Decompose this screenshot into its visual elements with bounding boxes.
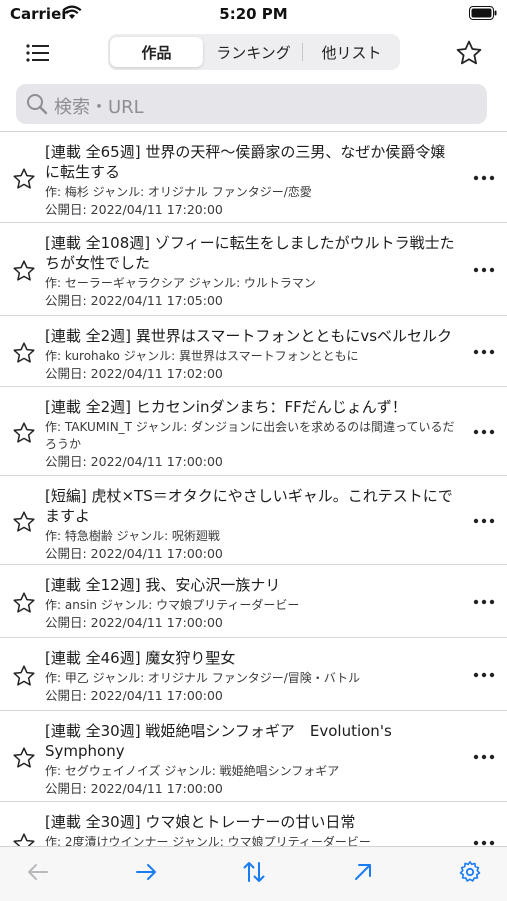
more-options-icon[interactable] xyxy=(473,175,495,181)
item-meta: 作: セーラーギャラクシア ジャンル: ウルトラマン xyxy=(45,276,316,290)
item-text: [連載 全30週] 戦姫絶唱シンフォギア Evolution's Symphon… xyxy=(45,721,459,798)
item-meta: 作: TAKUMIN_T ジャンル: ダンジョンに出会いを求めるのは間違っている… xyxy=(45,420,455,451)
gear-icon[interactable] xyxy=(458,860,482,884)
list-item[interactable]: [連載 全30週] ウマ娘とトレーナーの甘い日常作: 2度漬けウインナー ジャン… xyxy=(0,802,507,846)
item-date: 公開日: 2022/04/11 17:00:00 xyxy=(45,781,223,796)
item-title: [連載 全2週] 異世界はスマートフォンとともにvsベルセルク xyxy=(45,327,453,345)
favorite-star-icon[interactable] xyxy=(12,591,36,615)
forward-arrow-icon[interactable] xyxy=(134,860,158,884)
item-title: [連載 全30週] ウマ娘とトレーナーの甘い日常 xyxy=(45,813,356,831)
item-date: 公開日: 2022/04/11 17:00:00 xyxy=(45,454,223,469)
works-list: [連載 全65週] 世界の天秤〜侯爵家の三男、なぜか侯爵令嬢に転生する作: 梅杉… xyxy=(0,132,507,846)
item-text: [連載 全2週] ヒカセンinダンまち：FFだんじょんず！ 作: TAKUMIN_… xyxy=(45,397,459,471)
star-icon[interactable] xyxy=(455,39,483,67)
item-meta: 作: 甲乙 ジャンル: オリジナル ファンタジー/冒険・バトル xyxy=(45,671,361,685)
item-meta: 作: 2度漬けウインナー ジャンル: ウマ娘プリティーダービー xyxy=(45,835,371,846)
favorite-star-icon[interactable] xyxy=(12,259,36,283)
bottom-toolbar xyxy=(0,846,507,901)
tab-works[interactable]: 作品 xyxy=(110,37,203,67)
navigation-bar: 作品 ランキング 他リスト xyxy=(0,30,507,76)
item-meta: 作: kurohako ジャンル: 異世界はスマートフォンとともに xyxy=(45,349,359,363)
item-title: [連載 全30週] 戦姫絶唱シンフォギア Evolution's Symphon… xyxy=(45,722,392,760)
tab-other-lists[interactable]: 他リスト xyxy=(305,37,398,67)
favorite-star-icon[interactable] xyxy=(12,167,36,191)
item-text: [連載 全12週] 我、安心沢一族ナリ作: ansin ジャンル: ウマ娘プリテ… xyxy=(45,575,459,632)
list-item[interactable]: [連載 全12週] 我、安心沢一族ナリ作: ansin ジャンル: ウマ娘プリテ… xyxy=(0,565,507,638)
favorite-star-icon[interactable] xyxy=(12,510,36,534)
favorite-star-icon[interactable] xyxy=(12,832,36,846)
tab-ranking[interactable]: ランキング xyxy=(207,37,300,67)
list-item[interactable]: [連載 全46週] 魔女狩り聖女作: 甲乙 ジャンル: オリジナル ファンタジー… xyxy=(0,638,507,711)
tab-divider xyxy=(302,43,303,61)
item-date: 公開日: 2022/04/11 17:02:00 xyxy=(45,366,223,381)
back-arrow-icon[interactable] xyxy=(26,860,50,884)
list-item[interactable]: [連載 全108週] ゾフィーに転生をしましたがウルトラ戦士たちが女性でした作:… xyxy=(0,223,507,316)
item-text: [連載 全2週] 異世界はスマートフォンとともにvsベルセルク作: kuroha… xyxy=(45,326,459,383)
list-item[interactable]: [連載 全30週] 戦姫絶唱シンフォギア Evolution's Symphon… xyxy=(0,711,507,802)
status-time: 5:20 PM xyxy=(219,5,288,23)
item-date: 公開日: 2022/04/11 17:20:00 xyxy=(45,202,223,217)
list-item[interactable]: [短編] 虎杖×TS＝オタクにやさしいギャル。これテストにでますよ作: 特急樹齢… xyxy=(0,476,507,565)
item-text: [短編] 虎杖×TS＝オタクにやさしいギャル。これテストにでますよ作: 特急樹齢… xyxy=(45,486,459,563)
more-options-icon[interactable] xyxy=(473,599,495,605)
favorite-star-icon[interactable] xyxy=(12,341,36,365)
list-item[interactable]: [連載 全65週] 世界の天秤〜侯爵家の三男、なぜか侯爵令嬢に転生する作: 梅杉… xyxy=(0,132,507,223)
item-text: [連載 全46週] 魔女狩り聖女作: 甲乙 ジャンル: オリジナル ファンタジー… xyxy=(45,648,459,705)
item-title: [連載 全46週] 魔女狩り聖女 xyxy=(45,649,236,667)
item-meta: 作: ansin ジャンル: ウマ娘プリティーダービー xyxy=(45,598,300,612)
item-date: 公開日: 2022/04/11 17:05:00 xyxy=(45,293,223,308)
segmented-tabs: 作品 ランキング 他リスト xyxy=(108,34,400,70)
more-options-icon[interactable] xyxy=(473,672,495,678)
item-title: [短編] 虎杖×TS＝オタクにやさしいギャル。これテストにでますよ xyxy=(45,487,453,525)
search-input[interactable]: 検索・URL xyxy=(16,84,487,124)
item-text: [連載 全108週] ゾフィーに転生をしましたがウルトラ戦士たちが女性でした作:… xyxy=(45,233,459,310)
list-menu-icon[interactable] xyxy=(24,40,52,66)
list-item[interactable]: [連載 全2週] ヒカセンinダンまち：FFだんじょんず！ 作: TAKUMIN_… xyxy=(0,387,507,476)
favorite-star-icon[interactable] xyxy=(12,421,36,445)
item-title: [連載 全2週] ヒカセンinダンまち：FFだんじょんず！ xyxy=(45,398,407,416)
open-external-icon[interactable] xyxy=(351,860,375,884)
item-meta: 作: 梅杉 ジャンル: オリジナル ファンタジー/恋愛 xyxy=(45,185,312,199)
item-text: [連載 全65週] 世界の天秤〜侯爵家の三男、なぜか侯爵令嬢に転生する作: 梅杉… xyxy=(45,142,459,219)
favorite-star-icon[interactable] xyxy=(12,664,36,688)
item-meta: 作: 特急樹齢 ジャンル: 呪術廻戦 xyxy=(45,529,220,543)
item-date: 公開日: 2022/04/11 17:00:00 xyxy=(45,546,223,561)
search-icon xyxy=(27,94,48,115)
more-options-icon[interactable] xyxy=(473,754,495,760)
more-options-icon[interactable] xyxy=(473,518,495,524)
battery-icon xyxy=(469,6,497,20)
item-title: [連載 全65週] 世界の天秤〜侯爵家の三男、なぜか侯爵令嬢に転生する xyxy=(45,143,446,181)
status-bar: Carrier 5:20 PM xyxy=(0,0,507,30)
more-options-icon[interactable] xyxy=(473,349,495,355)
more-options-icon[interactable] xyxy=(473,267,495,273)
sort-arrows-icon[interactable] xyxy=(242,860,266,884)
item-date: 公開日: 2022/04/11 17:00:00 xyxy=(45,615,223,630)
item-title: [連載 全108週] ゾフィーに転生をしましたがウルトラ戦士たちが女性でした xyxy=(45,234,455,272)
item-meta: 作: セグウェイノイズ ジャンル: 戦姫絶唱シンフォギア xyxy=(45,764,340,778)
list-item[interactable]: [連載 全2週] 異世界はスマートフォンとともにvsベルセルク作: kuroha… xyxy=(0,316,507,387)
item-text: [連載 全30週] ウマ娘とトレーナーの甘い日常作: 2度漬けウインナー ジャン… xyxy=(45,812,459,846)
favorite-star-icon[interactable] xyxy=(12,746,36,770)
item-date: 公開日: 2022/04/11 17:00:00 xyxy=(45,688,223,703)
search-placeholder: 検索・URL xyxy=(54,97,144,118)
more-options-icon[interactable] xyxy=(473,429,495,435)
item-title: [連載 全12週] 我、安心沢一族ナリ xyxy=(45,576,281,594)
